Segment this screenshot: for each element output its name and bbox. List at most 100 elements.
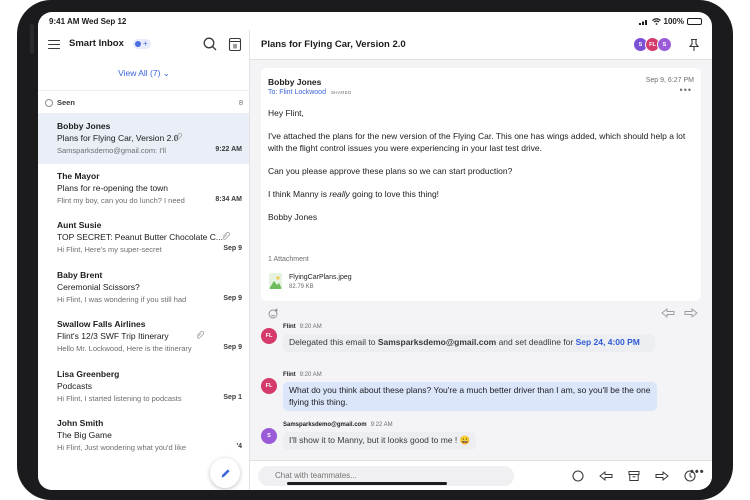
message-sender: Swallow Falls Airlines [57,319,146,329]
battery-icon [687,18,702,25]
pin-icon[interactable] [688,38,700,52]
image-file-icon[interactable] [269,273,282,289]
email-paragraph: Can you please approve these plans so we… [268,165,513,176]
thread-title: Plans for Flying Car, Version 2.0 [261,39,406,50]
attachment-size: 82.79 KB [289,284,314,290]
attachment-name[interactable]: FlyingCarPlans.jpeg [289,274,352,281]
pencil-icon [221,468,230,477]
message-subject: Ceremonial Scissors? [57,281,140,292]
message-sender: Bobby Jones [57,121,111,131]
more-options-icon[interactable]: ••• [680,85,692,95]
list-item[interactable]: Bobby Jones Plans for Flying Car, Version… [38,114,249,164]
message-time: Sep 9 [223,344,242,351]
participant-avatar: S [657,37,672,52]
chat-bubble: I'll show it to Manny, but it looks good… [283,432,477,450]
seen-section-header[interactable]: Seen 8 [38,90,249,114]
participant-avatars[interactable]: S FL S [633,37,672,52]
list-item[interactable]: Baby Brent Ceremonial Scissors? Hi Flint, … [38,263,249,313]
smart-inbox-toggle[interactable]: + [133,39,151,49]
message-preview: Hello Mr. Lockwood, Here is the itinerar… [57,344,192,353]
message-time: 8:34 AM [215,195,242,203]
chat-bubble: Delegated this email to Samsparksdemo@gm… [283,334,655,352]
message-sender: Baby Brent [57,269,103,280]
reply-icon[interactable] [661,308,675,318]
seen-check-icon [45,99,53,107]
message-list: Bobby Jones Plans for Flying Car, Version… [38,114,249,461]
status-time: 9:41 AM Wed Sep 12 [49,17,127,26]
text-run: Delegated this email to [289,337,378,347]
text-run: and set deadline for [496,337,576,347]
chat-author: Flint [283,324,296,330]
toggle-knob [135,41,141,47]
message-time: Sep 9 [223,245,242,252]
message-sender: John Smith [57,418,104,428]
message-preview: Hi Flint, Here's my super-secret [57,245,162,254]
paperclip-icon [196,331,204,339]
email-signature: Bobby Jones [268,211,318,222]
paperclip-icon [222,232,230,240]
message-time: Sep 9 [223,294,242,302]
inbox-header: Smart Inbox + [38,30,249,60]
calendar-icon[interactable] [228,36,242,52]
device-side-button [30,24,34,54]
attachment-count: 1 Attachment [268,256,309,263]
reply-toolbar-icon[interactable] [598,468,614,484]
more-icon[interactable]: ••• [690,466,705,478]
message-subject: Plans for Flying Car, Version 2.0 [57,133,179,143]
email-greeting: Hey Flint, [268,108,304,118]
chat-meta: Flint 9:20 AM [283,324,322,330]
search-icon[interactable] [202,36,218,52]
message-preview: Flint my boy, can you do lunch? I need [57,195,185,205]
thread-header: Plans for Flying Car, Version 2.0 S FL S [250,30,712,60]
status-bar: 9:41 AM Wed Sep 12 100% [38,12,712,30]
list-item[interactable]: The Mayor Plans for re-opening the town Fl… [38,164,249,214]
chat-time: 9:22 AM [370,422,393,428]
email-paragraph: I think Manny is really going to love th… [268,189,688,201]
message-sender: Lisa Greenberg [57,368,120,379]
add-reaction-icon[interactable] [268,308,279,319]
forward-toolbar-icon[interactable] [654,468,670,484]
list-item[interactable]: Lisa Greenberg Podcasts Hi Flint, I starte… [38,362,249,412]
message-subject: Flint's 12/3 SWF Trip Itinerary [57,331,169,341]
message-time: '4 [236,443,242,450]
list-item[interactable]: John Smith The Big Game Hi Flint, Just won… [38,411,249,461]
list-item[interactable]: Aunt Susie TOP SECRET: Peanut Butter Choc… [38,213,249,263]
avatar: S [261,428,277,444]
status-icons: 100% [638,17,702,26]
chat-author: Samsparksdemo@gmail.com [283,422,367,428]
inbox-title[interactable]: Smart Inbox [69,38,124,49]
email-recipient[interactable]: To: Flint Lockwood SHARED [268,89,352,96]
compose-button[interactable] [210,458,240,488]
message-time: 9:22 AM [215,146,242,153]
seen-label: Seen [57,98,75,107]
message-subject: Plans for re-opening the town [57,182,169,193]
archive-icon[interactable] [626,468,642,484]
home-indicator[interactable] [287,482,447,485]
avatar-initials: FL [265,333,273,339]
chat-author: Flint [283,372,296,378]
menu-icon[interactable] [48,40,60,49]
chat-meta: Samsparksdemo@gmail.com 9:22 AM [283,422,393,428]
paperclip-icon [174,133,182,141]
deadline-text[interactable]: Sep 24, 4:00 PM [576,337,640,347]
bottom-toolbar: ••• [250,460,712,490]
seen-count: 8 [238,98,243,107]
done-icon[interactable] [570,468,586,484]
chat-time: 9:20 AM [299,324,322,330]
message-preview: Hi Flint, Just wondering what you'd like [57,443,186,452]
thread-pane: Plans for Flying Car, Version 2.0 S FL S B… [250,30,712,490]
avatar-initials: FL [265,383,273,389]
plus-icon: + [143,39,148,48]
message-time: Sep 1 [223,393,242,401]
message-preview: Hi Flint, I was wondering if you still h… [57,294,187,304]
forward-icon[interactable] [684,308,698,318]
chat-time: 9:20 AM [299,372,322,378]
email-body: Hey Flint, I've attached the plans for t… [268,108,688,235]
chat-bubble: What do you think about these plans? You… [283,382,657,411]
shared-badge: SHARED [330,89,352,95]
message-sender: The Mayor [57,170,100,181]
list-item[interactable]: Swallow Falls Airlines Flint's 12/3 SWF T… [38,312,249,362]
view-all-link[interactable]: View All (7) ⌄ [38,68,249,79]
email-sender: Bobby Jones [268,77,322,87]
message-sender: Aunt Susie [57,220,102,230]
